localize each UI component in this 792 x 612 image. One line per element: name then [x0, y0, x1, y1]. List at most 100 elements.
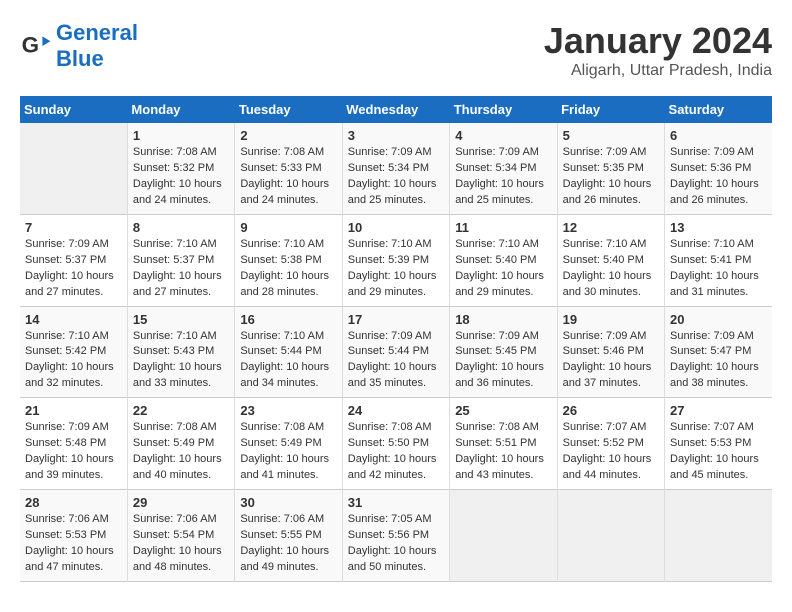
calendar-cell: 1Sunrise: 7:08 AM Sunset: 5:32 PM Daylig… — [127, 123, 234, 214]
day-number: 8 — [133, 220, 229, 235]
day-number: 24 — [348, 403, 444, 418]
day-info: Sunrise: 7:09 AM Sunset: 5:48 PM Dayligh… — [25, 420, 122, 484]
calendar-cell — [450, 490, 557, 582]
day-number: 18 — [455, 312, 551, 327]
calendar-cell: 22 Sunrise: 7:08 AM Sunset: 5:49 PM Dayli… — [127, 398, 234, 490]
day-number: 5 — [563, 128, 659, 143]
calendar-cell: 26 Sunrise: 7:07 AM Sunset: 5:52 PM Dayli… — [557, 398, 664, 490]
logo-icon: G — [20, 30, 52, 62]
calendar-cell: 14Sunrise: 7:10 AM Sunset: 5:42 PM Dayli… — [20, 306, 127, 398]
calendar-cell: 21 Sunrise: 7:09 AM Sunset: 5:48 PM Dayli… — [20, 398, 127, 490]
day-number: 15 — [133, 312, 229, 327]
day-info: Sunrise: 7:06 AM Sunset: 5:55 PM Dayligh… — [240, 512, 336, 576]
calendar-cell: 25 Sunrise: 7:08 AM Sunset: 5:51 PM Dayli… — [450, 398, 557, 490]
day-info: Sunrise: 7:08 AM Sunset: 5:33 PM Dayligh… — [240, 145, 336, 209]
day-info: Sunrise: 7:10 AM Sunset: 5:41 PM Dayligh… — [670, 237, 767, 301]
day-number: 28 — [25, 495, 122, 510]
day-info: Sunrise: 7:09 AM Sunset: 5:47 PM Dayligh… — [670, 329, 767, 393]
day-info: Sunrise: 7:10 AM Sunset: 5:43 PM Dayligh… — [133, 329, 229, 393]
calendar-cell: 20 Sunrise: 7:09 AM Sunset: 5:47 PM Dayli… — [665, 306, 772, 398]
calendar-cell: 27 Sunrise: 7:07 AM Sunset: 5:53 PM Dayli… — [665, 398, 772, 490]
calendar-cell: 29Sunrise: 7:06 AM Sunset: 5:54 PM Dayli… — [127, 490, 234, 582]
day-number: 13 — [670, 220, 767, 235]
calendar-cell: 28 Sunrise: 7:06 AM Sunset: 5:53 PM Dayli… — [20, 490, 127, 582]
logo-text: General Blue — [56, 20, 138, 73]
weekday-header-wednesday: Wednesday — [342, 96, 449, 123]
day-number: 20 — [670, 312, 767, 327]
day-info: Sunrise: 7:09 AM Sunset: 5:37 PM Dayligh… — [25, 237, 122, 301]
day-info: Sunrise: 7:07 AM Sunset: 5:52 PM Dayligh… — [563, 420, 659, 484]
day-number: 27 — [670, 403, 767, 418]
calendar-cell: 19 Sunrise: 7:09 AM Sunset: 5:46 PM Dayli… — [557, 306, 664, 398]
day-number: 25 — [455, 403, 551, 418]
day-info: Sunrise: 7:10 AM Sunset: 5:39 PM Dayligh… — [348, 237, 444, 301]
svg-text:G: G — [22, 33, 39, 58]
weekday-header-row: SundayMondayTuesdayWednesdayThursdayFrid… — [20, 96, 772, 123]
day-number: 3 — [348, 128, 444, 143]
day-info: Sunrise: 7:09 AM Sunset: 5:36 PM Dayligh… — [670, 145, 767, 209]
day-number: 4 — [455, 128, 551, 143]
calendar-cell: 24 Sunrise: 7:08 AM Sunset: 5:50 PM Dayli… — [342, 398, 449, 490]
day-number: 9 — [240, 220, 336, 235]
day-info: Sunrise: 7:09 AM Sunset: 5:46 PM Dayligh… — [563, 329, 659, 393]
calendar-cell: 13 Sunrise: 7:10 AM Sunset: 5:41 PM Dayli… — [665, 214, 772, 306]
calendar-cell: 30Sunrise: 7:06 AM Sunset: 5:55 PM Dayli… — [235, 490, 342, 582]
calendar-cell: 11Sunrise: 7:10 AM Sunset: 5:40 PM Dayli… — [450, 214, 557, 306]
calendar-week-row: 28 Sunrise: 7:06 AM Sunset: 5:53 PM Dayli… — [20, 490, 772, 582]
weekday-header-friday: Friday — [557, 96, 664, 123]
calendar-title: January 2024 — [544, 20, 772, 62]
calendar-cell: 4Sunrise: 7:09 AM Sunset: 5:34 PM Daylig… — [450, 123, 557, 214]
weekday-header-monday: Monday — [127, 96, 234, 123]
day-number: 14 — [25, 312, 122, 327]
weekday-header-thursday: Thursday — [450, 96, 557, 123]
weekday-header-sunday: Sunday — [20, 96, 127, 123]
day-info: Sunrise: 7:06 AM Sunset: 5:54 PM Dayligh… — [133, 512, 229, 576]
day-info: Sunrise: 7:09 AM Sunset: 5:44 PM Dayligh… — [348, 329, 444, 393]
day-info: Sunrise: 7:08 AM Sunset: 5:32 PM Dayligh… — [133, 145, 229, 209]
calendar-cell: 8 Sunrise: 7:10 AM Sunset: 5:37 PM Daylig… — [127, 214, 234, 306]
weekday-header-saturday: Saturday — [665, 96, 772, 123]
title-block: January 2024 Aligarh, Uttar Pradesh, Ind… — [544, 20, 772, 80]
day-number: 26 — [563, 403, 659, 418]
calendar-week-row: 7 Sunrise: 7:09 AM Sunset: 5:37 PM Daylig… — [20, 214, 772, 306]
calendar-cell: 6 Sunrise: 7:09 AM Sunset: 5:36 PM Daylig… — [665, 123, 772, 214]
day-number: 7 — [25, 220, 122, 235]
day-number: 12 — [563, 220, 659, 235]
calendar-cell — [557, 490, 664, 582]
calendar-cell — [20, 123, 127, 214]
calendar-subtitle: Aligarh, Uttar Pradesh, India — [544, 62, 772, 80]
calendar-cell: 23 Sunrise: 7:08 AM Sunset: 5:49 PM Dayli… — [235, 398, 342, 490]
day-info: Sunrise: 7:07 AM Sunset: 5:53 PM Dayligh… — [670, 420, 767, 484]
day-info: Sunrise: 7:06 AM Sunset: 5:53 PM Dayligh… — [25, 512, 122, 576]
day-number: 16 — [240, 312, 336, 327]
day-info: Sunrise: 7:10 AM Sunset: 5:37 PM Dayligh… — [133, 237, 229, 301]
calendar-cell: 17Sunrise: 7:09 AM Sunset: 5:44 PM Dayli… — [342, 306, 449, 398]
day-number: 2 — [240, 128, 336, 143]
day-number: 6 — [670, 128, 767, 143]
calendar-week-row: 21 Sunrise: 7:09 AM Sunset: 5:48 PM Dayli… — [20, 398, 772, 490]
calendar-cell: 15 Sunrise: 7:10 AM Sunset: 5:43 PM Dayli… — [127, 306, 234, 398]
day-number: 23 — [240, 403, 336, 418]
weekday-header-tuesday: Tuesday — [235, 96, 342, 123]
day-number: 21 — [25, 403, 122, 418]
day-info: Sunrise: 7:10 AM Sunset: 5:44 PM Dayligh… — [240, 329, 336, 393]
day-info: Sunrise: 7:05 AM Sunset: 5:56 PM Dayligh… — [348, 512, 444, 576]
page-header: G General Blue January 2024 Aligarh, Utt… — [20, 20, 772, 80]
day-info: Sunrise: 7:10 AM Sunset: 5:40 PM Dayligh… — [455, 237, 551, 301]
day-info: Sunrise: 7:08 AM Sunset: 5:49 PM Dayligh… — [133, 420, 229, 484]
day-info: Sunrise: 7:09 AM Sunset: 5:45 PM Dayligh… — [455, 329, 551, 393]
day-number: 19 — [563, 312, 659, 327]
day-info: Sunrise: 7:09 AM Sunset: 5:35 PM Dayligh… — [563, 145, 659, 209]
day-number: 22 — [133, 403, 229, 418]
calendar-cell: 9Sunrise: 7:10 AM Sunset: 5:38 PM Daylig… — [235, 214, 342, 306]
logo: G General Blue — [20, 20, 138, 73]
calendar-week-row: 14Sunrise: 7:10 AM Sunset: 5:42 PM Dayli… — [20, 306, 772, 398]
calendar-cell: 12Sunrise: 7:10 AM Sunset: 5:40 PM Dayli… — [557, 214, 664, 306]
calendar-cell: 10Sunrise: 7:10 AM Sunset: 5:39 PM Dayli… — [342, 214, 449, 306]
day-info: Sunrise: 7:09 AM Sunset: 5:34 PM Dayligh… — [348, 145, 444, 209]
day-info: Sunrise: 7:08 AM Sunset: 5:49 PM Dayligh… — [240, 420, 336, 484]
day-info: Sunrise: 7:08 AM Sunset: 5:50 PM Dayligh… — [348, 420, 444, 484]
day-info: Sunrise: 7:08 AM Sunset: 5:51 PM Dayligh… — [455, 420, 551, 484]
calendar-cell: 31Sunrise: 7:05 AM Sunset: 5:56 PM Dayli… — [342, 490, 449, 582]
calendar-week-row: 1Sunrise: 7:08 AM Sunset: 5:32 PM Daylig… — [20, 123, 772, 214]
